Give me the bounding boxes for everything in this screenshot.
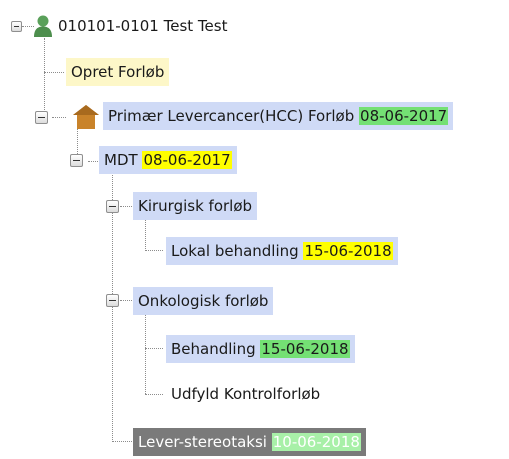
opret-forloeb-label: Opret Forløb xyxy=(71,63,165,81)
tree-line xyxy=(145,348,163,349)
kirurgisk-forloeb-label: Kirurgisk forløb xyxy=(138,197,253,215)
mdt-collapse-toggle[interactable] xyxy=(70,154,83,167)
kirurgisk-forloeb-node[interactable]: Kirurgisk forløb xyxy=(133,192,258,220)
mdt-date: 08-06-2017 xyxy=(142,151,232,169)
primary-forloeb-date: 08-06-2017 xyxy=(359,107,449,125)
tree-line xyxy=(120,206,132,207)
onkologisk-collapse-toggle[interactable] xyxy=(106,294,119,307)
behandling-label: Behandling xyxy=(171,340,256,358)
person-icon xyxy=(33,14,53,38)
primary-collapse-toggle[interactable] xyxy=(35,111,48,124)
tree-line xyxy=(44,38,45,118)
lever-stereotaksi-date: 10-06-2018 xyxy=(271,433,361,451)
tree-line xyxy=(145,394,163,395)
house-icon xyxy=(72,104,100,130)
tree-line xyxy=(112,441,132,442)
kirurgisk-collapse-toggle[interactable] xyxy=(106,200,119,213)
tree-line xyxy=(52,117,66,118)
mdt-label: MDT xyxy=(104,151,138,169)
primary-forloeb-label: Primær Levercancer(HCC) Forløb xyxy=(108,107,355,125)
onkologisk-forloeb-label: Onkologisk forløb xyxy=(138,292,269,310)
tree-line xyxy=(120,300,132,301)
udfyld-kontrolforloeb-node[interactable]: Udfyld Kontrolforløb xyxy=(166,380,325,408)
tree-line xyxy=(145,308,146,394)
mdt-node[interactable]: MDT 08-06-2017 xyxy=(99,146,237,174)
patient-label: 010101-0101 Test Test xyxy=(58,17,228,35)
lever-stereotaksi-label: Lever-stereotaksi xyxy=(138,433,267,451)
patient-node[interactable]: 010101-0101 Test Test xyxy=(53,12,232,40)
tree-line xyxy=(145,250,163,251)
lokal-behandling-date: 15-06-2018 xyxy=(303,242,393,260)
tree-line xyxy=(44,72,64,73)
behandling-date: 15-06-2018 xyxy=(260,340,350,358)
lokal-behandling-label: Lokal behandling xyxy=(171,242,299,260)
root-collapse-toggle[interactable] xyxy=(11,21,22,32)
behandling-node[interactable]: Behandling 15-06-2018 xyxy=(166,335,355,363)
primary-forloeb-node[interactable]: Primær Levercancer(HCC) Forløb 08-06-201… xyxy=(103,102,454,130)
onkologisk-forloeb-node[interactable]: Onkologisk forløb xyxy=(133,287,274,315)
udfyld-kontrolforloeb-label: Udfyld Kontrolforløb xyxy=(171,385,321,403)
lever-stereotaksi-node[interactable]: Lever-stereotaksi 10-06-2018 xyxy=(133,428,366,456)
lokal-behandling-node[interactable]: Lokal behandling 15-06-2018 xyxy=(166,237,398,265)
opret-forloeb-node[interactable]: Opret Forløb xyxy=(66,58,170,86)
